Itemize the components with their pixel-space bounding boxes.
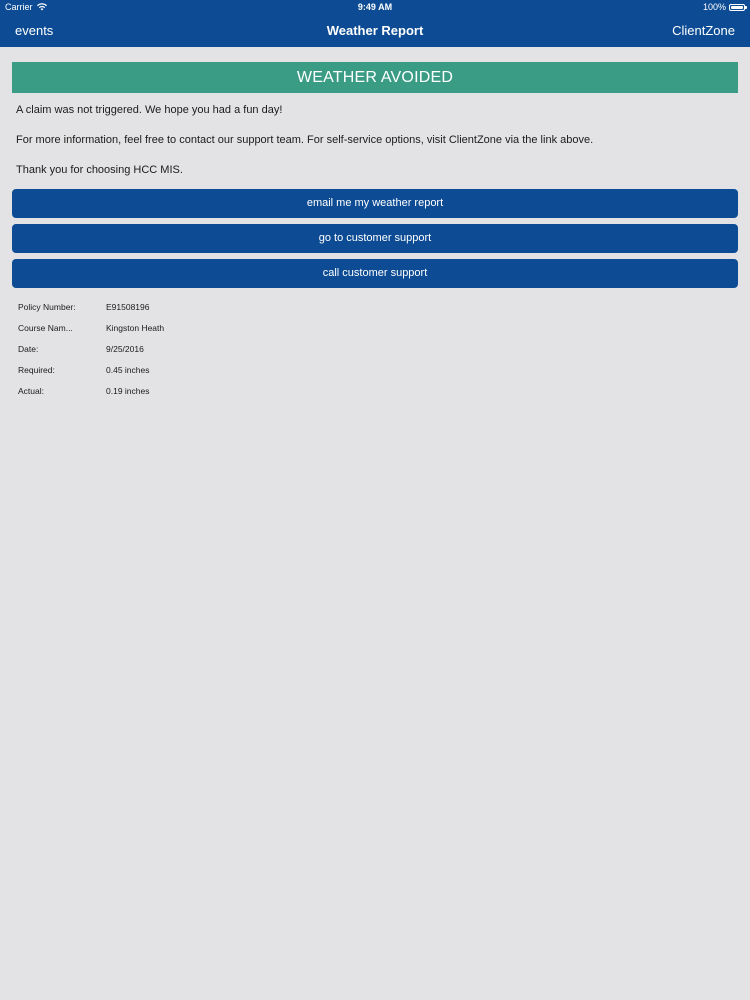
call-support-button[interactable]: call customer support bbox=[12, 259, 738, 288]
detail-label: Policy Number: bbox=[18, 302, 76, 312]
detail-row-date: Date: 9/25/2016 bbox=[18, 344, 318, 365]
battery-fill bbox=[731, 5, 743, 9]
battery-icon bbox=[729, 3, 747, 11]
nav-clientzone-link[interactable]: ClientZone bbox=[672, 14, 735, 47]
status-right: 100% bbox=[702, 0, 747, 14]
page-title: Weather Report bbox=[326, 23, 424, 38]
battery-percent: 100% bbox=[702, 2, 726, 12]
detail-label: Actual: bbox=[18, 386, 44, 396]
policy-details: Policy Number: E91508196 Course Nam... K… bbox=[18, 302, 318, 407]
detail-value: 0.45 inches bbox=[106, 365, 150, 375]
detail-value: 9/25/2016 bbox=[106, 344, 144, 354]
detail-row-course-name: Course Nam... Kingston Heath bbox=[18, 323, 318, 344]
detail-value: Kingston Heath bbox=[106, 323, 165, 333]
detail-value: E91508196 bbox=[106, 302, 150, 312]
detail-row-policy-number: Policy Number: E91508196 bbox=[18, 302, 318, 323]
message-claim-status: A claim was not triggered. We hope you h… bbox=[16, 104, 283, 116]
detail-row-required: Required: 0.45 inches bbox=[18, 365, 318, 386]
status-bar: Carrier 9:49 AM 100% bbox=[0, 0, 750, 14]
detail-value: 0.19 inches bbox=[106, 386, 150, 396]
status-time: 9:49 AM bbox=[357, 2, 393, 12]
detail-label: Course Nam... bbox=[18, 323, 73, 333]
message-more-info: For more information, feel free to conta… bbox=[16, 134, 594, 146]
email-report-button[interactable]: email me my weather report bbox=[12, 189, 738, 218]
detail-label: Required: bbox=[18, 365, 55, 375]
weather-avoided-banner: WEATHER AVOIDED bbox=[12, 62, 738, 93]
customer-support-button[interactable]: go to customer support bbox=[12, 224, 738, 253]
message-thank-you: Thank you for choosing HCC MIS. bbox=[16, 164, 183, 176]
detail-label: Date: bbox=[18, 344, 39, 354]
navigation-bar: events Weather Report ClientZone bbox=[0, 14, 750, 47]
detail-row-actual: Actual: 0.19 inches bbox=[18, 386, 318, 407]
